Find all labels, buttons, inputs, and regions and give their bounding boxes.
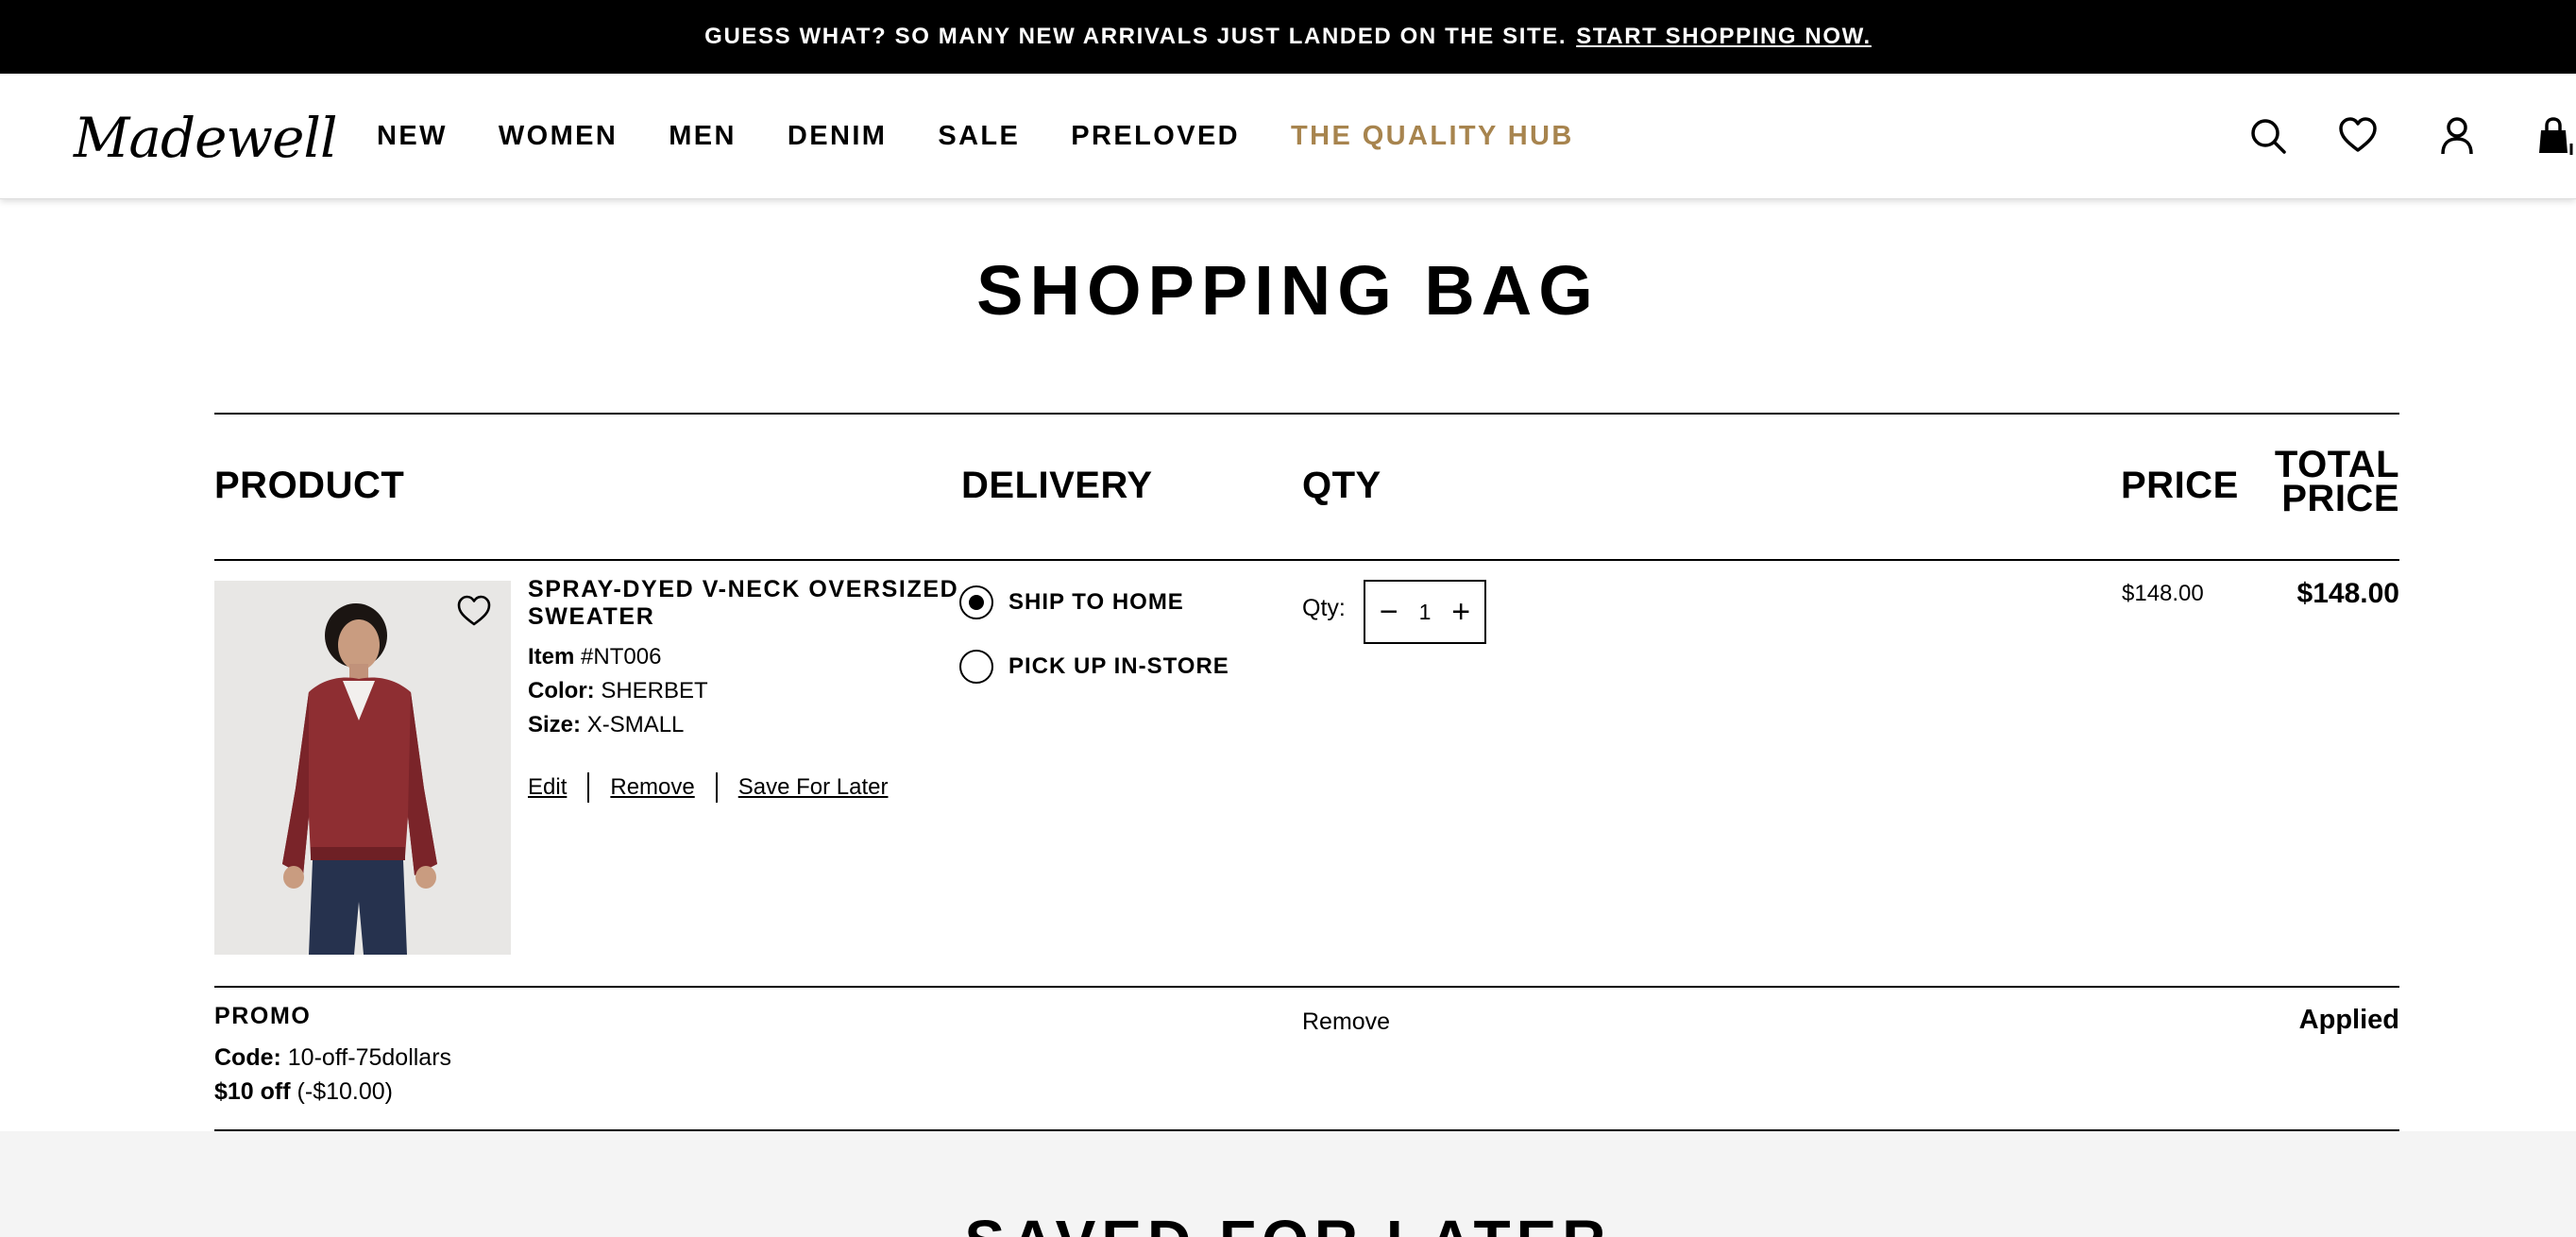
nav-denim[interactable]: DENIM [788, 121, 887, 152]
line-total-price: $148.00 [2296, 578, 2399, 609]
divider [214, 559, 2399, 561]
nav-links: NEW WOMEN MEN DENIM SALE PRELOVED THE QU… [377, 74, 1574, 199]
nav-sale[interactable]: SALE [938, 121, 1020, 152]
promo-remove-link[interactable]: Remove [1302, 1008, 1390, 1036]
product-size: Size: X-SMALL [528, 712, 684, 738]
remove-link[interactable]: Remove [610, 774, 694, 801]
promo-discount-label: $10 off [214, 1078, 291, 1105]
product-actions: Edit Remove Save For Later [528, 772, 888, 803]
pick-up-in-store-radio[interactable] [959, 650, 993, 684]
product-item-number: Item #NT006 [528, 644, 661, 670]
column-header-product: PRODUCT [214, 465, 405, 506]
action-separator [587, 772, 590, 803]
bag-icon[interactable] [2533, 115, 2574, 157]
saved-for-later-title: SAVED FOR LATER [0, 1207, 2576, 1237]
column-header-delivery: DELIVERY [961, 465, 1153, 506]
add-to-wishlist-heart-icon[interactable] [455, 593, 493, 629]
promo-banner: GUESS WHAT? SO MANY NEW ARRIVALS JUST LA… [0, 0, 2576, 74]
column-header-total-price: TOTAL PRICE [2274, 444, 2399, 519]
nav-women[interactable]: WOMEN [499, 121, 618, 152]
promo-banner-text: GUESS WHAT? SO MANY NEW ARRIVALS JUST LA… [704, 24, 1568, 49]
sweater-model-image [214, 581, 511, 955]
qty-label: Qty: [1302, 595, 1346, 621]
search-icon[interactable] [2247, 115, 2289, 157]
action-separator [715, 772, 718, 803]
product-name[interactable]: SPRAY-DYED V-NECK OVERSIZED SWEATER [528, 576, 962, 631]
pick-up-in-store-label: PICK UP IN-STORE [1008, 653, 1229, 679]
color-value: SHERBET [601, 678, 708, 703]
promo-code-label: Code: [214, 1044, 281, 1071]
product-color: Color: SHERBET [528, 678, 708, 704]
search-icon[interactable] [291, 115, 332, 157]
size-value: X-SMALL [586, 712, 685, 737]
product-image[interactable] [214, 581, 511, 955]
promo-code: Code: 10-off-75dollars [214, 1044, 451, 1072]
heart-icon[interactable] [2337, 115, 2379, 157]
item-number-label: Item [528, 644, 575, 669]
increase-qty-button[interactable]: + [1444, 596, 1478, 628]
nav-quality-hub[interactable]: THE QUALITY HUB [1291, 121, 1574, 152]
ship-to-home-label: SHIP TO HOME [1008, 589, 1184, 615]
item-number-value: #NT006 [581, 644, 662, 669]
decrease-qty-button[interactable]: − [1372, 596, 1406, 628]
edit-link[interactable]: Edit [528, 774, 567, 801]
promo-status: Applied [2298, 1005, 2399, 1035]
ship-to-home-radio[interactable] [959, 585, 993, 619]
main-nav: Madewell NEW WOMEN MEN DENIM SALE PRELOV… [0, 74, 2576, 199]
page-title: SHOPPING BAG [976, 251, 1600, 330]
nav-men[interactable]: MEN [669, 121, 737, 152]
column-header-total-line2: PRICE [2281, 478, 2399, 519]
promo-code-value: 10-off-75dollars [287, 1044, 452, 1071]
nav-new[interactable]: NEW [377, 121, 448, 152]
account-icon[interactable] [2436, 115, 2478, 157]
divider [214, 413, 2399, 415]
start-shopping-link[interactable]: START SHOPPING NOW. [1576, 24, 1872, 50]
promo-discount: $10 off (-$10.00) [214, 1078, 393, 1106]
column-header-total-line1: TOTAL [2274, 444, 2399, 485]
saved-for-later-section: SAVED FOR LATER [0, 1131, 2576, 1237]
promo-discount-amount: (-$10.00) [297, 1078, 393, 1105]
unit-price: $148.00 [2122, 581, 2204, 606]
qty-value[interactable]: 1 [1419, 600, 1432, 625]
color-label: Color: [528, 678, 595, 703]
column-header-price: PRICE [2121, 465, 2239, 506]
delivery-option-pick-up-in-store[interactable]: PICK UP IN-STORE [959, 650, 1229, 684]
delivery-option-ship-to-home[interactable]: SHIP TO HOME [959, 585, 1184, 619]
nav-preloved[interactable]: PRELOVED [1071, 121, 1240, 152]
quantity-stepper: − 1 + [1364, 580, 1486, 644]
divider [214, 986, 2399, 988]
promo-title: PROMO [214, 1003, 312, 1029]
size-label: Size: [528, 712, 582, 737]
column-header-qty: QTY [1302, 465, 1381, 506]
save-for-later-link[interactable]: Save For Later [738, 774, 889, 801]
